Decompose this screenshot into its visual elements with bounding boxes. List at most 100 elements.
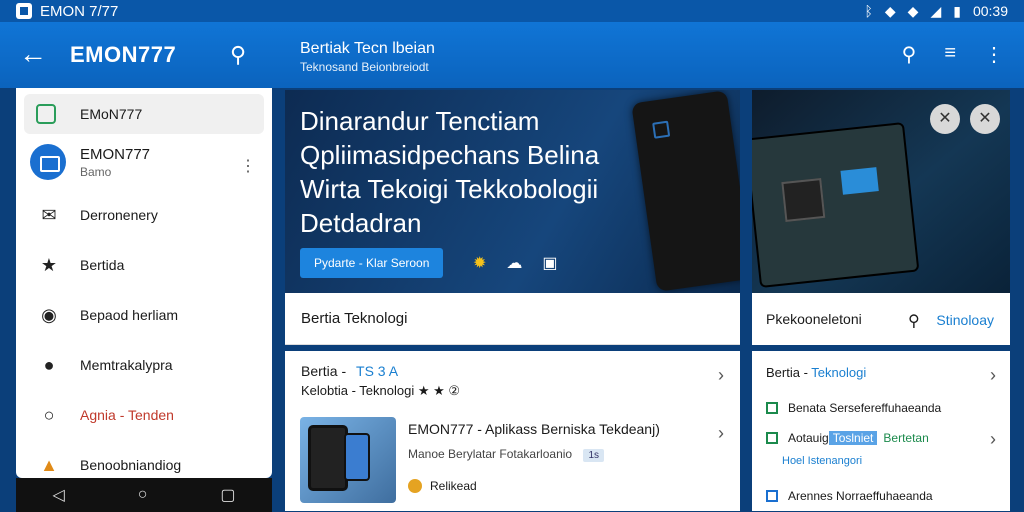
- avatar: [30, 144, 66, 180]
- drawer-item-label: Memtrakalypra: [80, 357, 173, 373]
- chevron-right-icon[interactable]: ›: [990, 429, 996, 450]
- article-meta: Relikead: [408, 479, 477, 493]
- more-vert-icon[interactable]: ⋮: [240, 156, 256, 176]
- back-arrow-icon[interactable]: ←: [18, 40, 48, 70]
- drawer-item-label: Benoobniandiog: [80, 457, 182, 473]
- right-section-title: Pkekooneletoni: [766, 311, 862, 327]
- more-vert-icon[interactable]: ⋮: [984, 42, 1004, 67]
- nav-back-icon[interactable]: ◁: [52, 485, 64, 505]
- profile-name: EMON777: [80, 145, 151, 163]
- drawer-top-item[interactable]: EMoN777: [24, 94, 264, 134]
- right-panel: ✕ ✕ Pkekooneletoni ⚲ Stinoloay Bertia - …: [752, 90, 1010, 512]
- wifi-icon: ◆: [884, 2, 896, 19]
- list-icon[interactable]: ≡: [944, 42, 956, 67]
- center-panel: Dinarandur Tenctiam Qpliimasidpechans Be…: [285, 90, 740, 512]
- drawer-item-label: Bepaod herliam: [80, 307, 179, 323]
- article-desc: Manoe Berylatar Fotakarloanio 1s: [408, 447, 604, 462]
- right-list-head-accent: Teknologi: [811, 365, 867, 380]
- chip-shape: [781, 177, 826, 222]
- right-hero-image: ✕ ✕: [752, 90, 1010, 293]
- status-app-name: EMON 7/77: [40, 2, 119, 20]
- drawer-top-label: EMoN777: [80, 106, 143, 122]
- sun-icon[interactable]: ✹: [473, 253, 486, 273]
- card-row1-label: Bertia -: [301, 363, 347, 379]
- list-item-label: Benata Sersefereffuhaeanda: [788, 401, 942, 415]
- chevron-right-icon[interactable]: ›: [990, 365, 996, 386]
- box-icon[interactable]: ▣: [542, 253, 557, 273]
- section-title: Bertia Teknologi: [285, 293, 740, 345]
- status-bar: EMON 7/77 ᛒ ◆ ◆ ◢ ▮ 00:39: [0, 0, 1024, 22]
- news-card[interactable]: Bertia - TS 3 A Kelobtia - Teknologi ★ ★…: [285, 351, 740, 511]
- chevron-right-icon[interactable]: ›: [718, 423, 724, 444]
- drawer-item-4[interactable]: ● Memtrakalypra: [16, 340, 272, 390]
- search-icon[interactable]: ⚲: [230, 42, 246, 68]
- navigation-drawer: EMoN777 EMON777 Bamo ⋮ ✉ Derronenery ★ B…: [16, 88, 272, 478]
- profile-row[interactable]: EMON777 Bamo ⋮: [16, 134, 272, 190]
- list-item[interactable]: Arennes Norraeffuhaeanda: [766, 489, 933, 503]
- list-item-highlight: Toslniet: [828, 431, 878, 445]
- nav-recents-icon[interactable]: ▢: [220, 485, 235, 505]
- chip-shape-2: [840, 167, 879, 195]
- article-title[interactable]: EMON777 - Aplikass Berniska Tekdeanj): [408, 421, 708, 437]
- drawer-item-3[interactable]: ◉ Bepaod herliam: [16, 290, 272, 340]
- fire-icon: ▲: [40, 454, 58, 475]
- right-list-head: Bertia - Teknologi: [766, 365, 866, 380]
- comment-icon: ●: [43, 354, 55, 375]
- list-item-green: Bertetan: [883, 431, 929, 445]
- search-icon: ○: [43, 404, 55, 425]
- drawer-item-5[interactable]: ○ Agnia - Tenden: [16, 390, 272, 440]
- right-section-head: Pkekooneletoni ⚲ Stinoloay: [752, 293, 1010, 345]
- circuit-board-image: [752, 122, 920, 288]
- profile-sub: Bamo: [80, 164, 112, 179]
- article-thumbnail[interactable]: [300, 417, 396, 503]
- cloud-icon[interactable]: ☁: [506, 253, 522, 273]
- hero-icons: ✹ ☁ ▣: [473, 253, 558, 273]
- bullet-icon: [766, 402, 778, 414]
- hero-cta-button[interactable]: Pydarte - Klar Seroon: [300, 248, 444, 278]
- close-icon[interactable]: ✕: [930, 104, 960, 134]
- search-icon-right[interactable]: ⚲: [902, 42, 917, 67]
- center-title: Bertiak Tecn lbeian: [300, 40, 435, 57]
- hero-banner: Dinarandur Tenctiam Qpliimasidpechans Be…: [285, 90, 740, 293]
- right-list: Bertia - Teknologi › Benata Sersefereffu…: [752, 351, 1010, 511]
- system-nav-bar: ◁ ○ ▢: [16, 478, 272, 512]
- hero-headline: Dinarandur Tenctiam Qpliimasidpechans Be…: [300, 106, 600, 238]
- drawer-item-1[interactable]: ✉ Derronenery: [16, 190, 272, 240]
- signal-icon: ◢: [930, 2, 942, 19]
- drawer-item-2[interactable]: ★ Bertida: [16, 240, 272, 290]
- star-icon: ★: [40, 254, 58, 275]
- card-row1: Bertia - TS 3 A: [301, 363, 398, 379]
- drawer-item-label: Derronenery: [80, 207, 158, 223]
- close-icon-2[interactable]: ✕: [970, 104, 1000, 134]
- article-meta-text: Relikead: [430, 479, 477, 493]
- drawer-item-label: Agnia - Tenden: [80, 407, 174, 423]
- right-section-link[interactable]: Stinoloay: [936, 312, 994, 328]
- bluetooth-icon: ᛒ: [864, 3, 873, 19]
- battery-icon: ▮: [953, 2, 961, 19]
- chat-icon: ◉: [41, 304, 57, 325]
- nav-home-icon[interactable]: ○: [138, 486, 148, 504]
- bullet-icon: [766, 490, 778, 502]
- app-title: EMON777: [70, 42, 177, 67]
- card-row2: Kelobtia - Teknologi ★ ★ ②: [301, 383, 461, 398]
- app-bar: ← EMON777 ⚲ Bertiak Tecn lbeian Teknosan…: [0, 22, 1024, 88]
- app-box-icon: [36, 104, 56, 124]
- drawer-item-label: Bertida: [80, 257, 125, 273]
- app-notification-icon: [16, 3, 32, 19]
- wifi-icon-2: ◆: [907, 2, 919, 19]
- bullet-icon: [766, 432, 778, 444]
- chevron-right-icon[interactable]: ›: [718, 365, 724, 386]
- status-icons: ᛒ ◆ ◆ ◢ ▮ 00:39: [864, 3, 1008, 20]
- article-desc-text: Manoe Berylatar Fotakarloanio: [408, 447, 573, 461]
- search-icon[interactable]: ⚲: [908, 311, 920, 331]
- list-item[interactable]: Aotauig Toslniet Bertetan: [766, 431, 929, 445]
- app-bar-actions: ⚲ ≡ ⋮: [902, 42, 1004, 67]
- center-subtitle: Teknosand Beionbreiodt: [300, 60, 429, 74]
- envelope-icon: ✉: [41, 204, 57, 225]
- list-item-label: Arennes Norraeffuhaeanda: [788, 489, 933, 503]
- card-row1-accent: TS 3 A: [356, 363, 399, 379]
- status-time: 00:39: [972, 3, 1008, 19]
- list-item[interactable]: Benata Sersefereffuhaeanda: [766, 401, 941, 415]
- list-item-label: Aotauig: [788, 431, 829, 445]
- article-badge: 1s: [583, 449, 604, 462]
